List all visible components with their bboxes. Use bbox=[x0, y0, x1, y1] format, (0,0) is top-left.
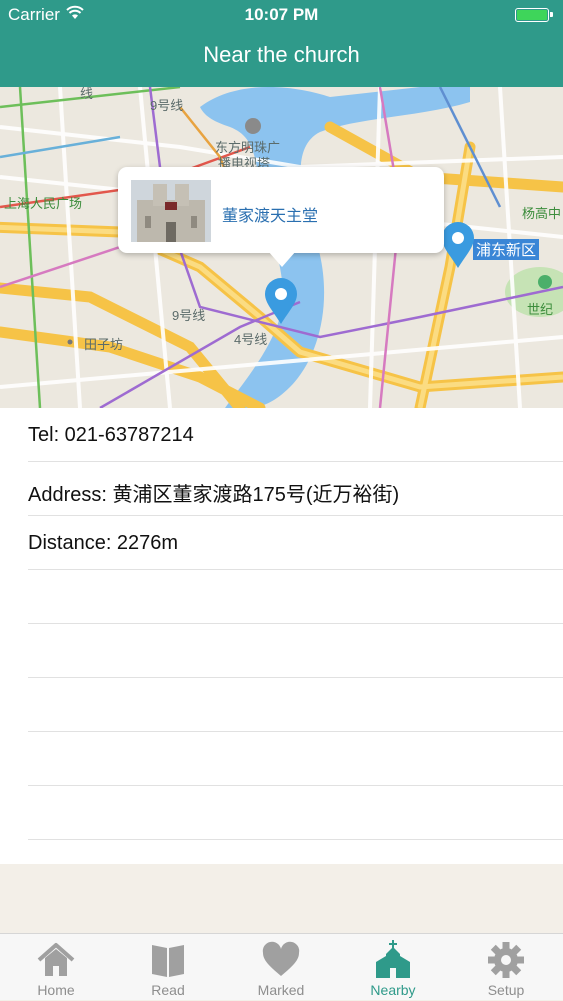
status-time: 10:07 PM bbox=[244, 5, 319, 24]
tel-text: Tel: 021-63787214 bbox=[28, 424, 194, 446]
map-label-line4: 4号线 bbox=[234, 332, 268, 347]
empty-row bbox=[28, 786, 563, 840]
header-bar: Carrier 10:07 PM Near the church bbox=[0, 0, 563, 87]
map-label-line4-top: 线 bbox=[80, 87, 94, 101]
tab-read-label: Read bbox=[151, 982, 185, 998]
map-label-tianzifang: 田子坊 bbox=[84, 337, 124, 352]
tab-setup[interactable]: Setup bbox=[450, 934, 562, 1001]
map-label-line9: 9号线 bbox=[150, 98, 184, 113]
status-bar: Carrier 10:07 PM bbox=[0, 0, 563, 30]
empty-row bbox=[28, 624, 563, 678]
empty-row bbox=[28, 732, 563, 786]
location-pin[interactable] bbox=[440, 221, 476, 269]
callout-title: 董家渡天主堂 bbox=[222, 208, 319, 225]
tab-setup-label: Setup bbox=[487, 982, 525, 998]
address-row[interactable]: Address: 黄浦区董家渡路175号(近万裕街) bbox=[28, 462, 563, 516]
map-callout[interactable]: 董家渡天主堂 bbox=[118, 167, 444, 267]
tab-home[interactable]: Home bbox=[0, 934, 112, 1001]
map-label-peoples-square: 上海人民广场 bbox=[4, 196, 83, 211]
tel-row[interactable]: Tel: 021-63787214 bbox=[28, 408, 563, 462]
details-list: Tel: 021-63787214 Address: 黄浦区董家渡路175号(近… bbox=[0, 408, 563, 864]
tab-marked-label: Marked bbox=[257, 982, 305, 998]
book-icon bbox=[152, 945, 184, 977]
tab-home-label: Home bbox=[37, 982, 75, 998]
tab-bar: Home Read Marked Nearby Setup bbox=[0, 933, 563, 1000]
map-label-line9-mid: 9号线 bbox=[172, 308, 206, 323]
map-label-pudong: 浦东新区 bbox=[473, 239, 540, 260]
map-label-century: 世纪 bbox=[527, 302, 554, 317]
page-title: Near the church bbox=[203, 42, 360, 67]
house-icon bbox=[37, 943, 75, 976]
landmark-marker bbox=[245, 118, 261, 134]
battery-icon bbox=[515, 8, 553, 22]
tab-nearby[interactable]: Nearby bbox=[337, 934, 449, 1001]
church-icon bbox=[376, 940, 410, 978]
church-photo bbox=[131, 180, 211, 242]
tab-nearby-label: Nearby bbox=[370, 982, 416, 998]
empty-row bbox=[28, 570, 563, 624]
distance-text: Distance: 2276m bbox=[28, 532, 179, 554]
map-label-yanggao: 杨高中 bbox=[522, 206, 562, 221]
church-location-pin[interactable] bbox=[263, 277, 299, 325]
address-text: Address: 黄浦区董家渡路175号(近万裕街) bbox=[28, 484, 400, 506]
tab-read[interactable]: Read bbox=[112, 934, 224, 1001]
distance-row[interactable]: Distance: 2276m bbox=[28, 516, 563, 570]
tab-marked[interactable]: Marked bbox=[225, 934, 337, 1001]
empty-row bbox=[28, 678, 563, 732]
gear-icon bbox=[488, 942, 524, 978]
callout-tail bbox=[268, 251, 296, 267]
heart-icon bbox=[262, 941, 300, 976]
